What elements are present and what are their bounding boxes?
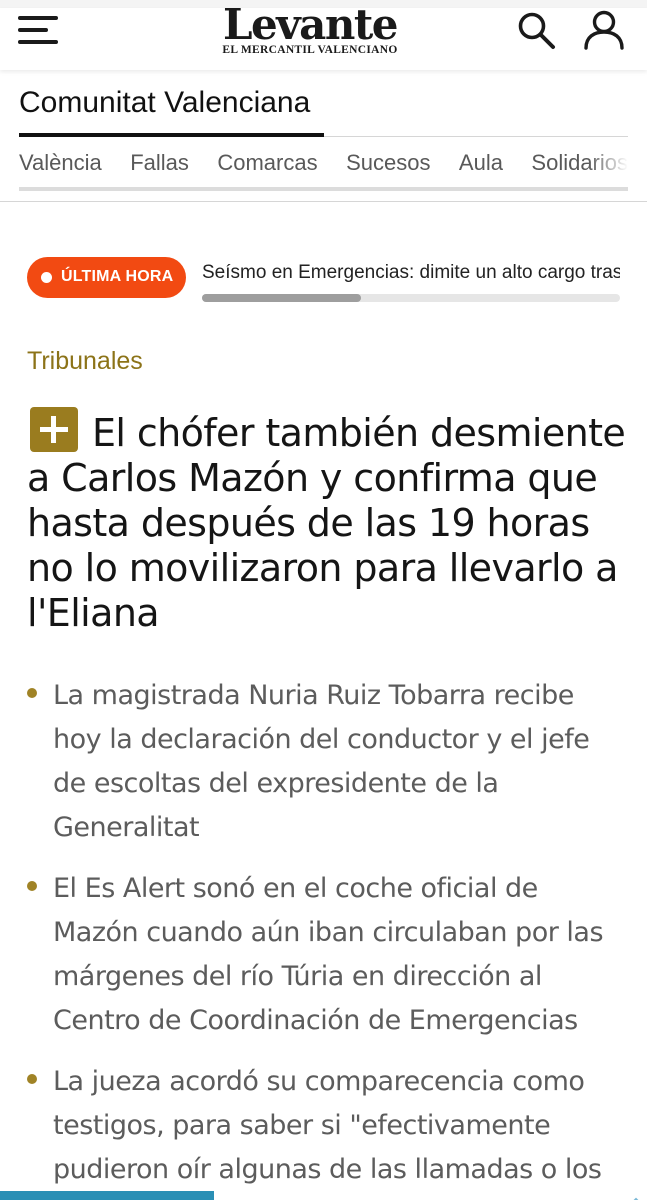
subnav-scrollbar[interactable] (19, 187, 628, 191)
article-headline-text: El chófer también desmiente a Carlos Maz… (27, 411, 626, 635)
summary-item: La magistrada Nuria Ruiz Tobarra recibe … (27, 674, 627, 850)
search-icon[interactable] (516, 10, 558, 52)
section-underline (19, 133, 324, 137)
ad-choices-icon[interactable] (612, 1192, 642, 1200)
bullet-dot-icon (27, 881, 37, 891)
site-logo[interactable]: Levante EL MERCANTIL VALENCIANO (180, 0, 440, 57)
summary-item-text: El Es Alert sonó en el coche oficial de … (53, 873, 604, 1036)
article-headline[interactable]: El chófer también desmiente a Carlos Maz… (27, 407, 627, 636)
live-dot-icon (41, 272, 52, 283)
summary-item: La jueza acordó su comparecencia como te… (27, 1060, 627, 1192)
ticker-progress-fill (202, 294, 361, 302)
subnav-item-fallas[interactable]: Fallas (130, 150, 189, 176)
subnav-item-comarcas[interactable]: Comarcas (217, 150, 317, 176)
logo-tagline: EL MERCANTIL VALENCIANO (222, 44, 398, 56)
header-divider (0, 201, 647, 202)
subnav-item-aula[interactable]: Aula (459, 150, 503, 176)
breaking-news-ticker[interactable]: Seísmo en Emergencias: dimite un alto ca… (202, 262, 620, 288)
site-header: Levante EL MERCANTIL VALENCIANO (0, 4, 647, 70)
section-subnav: València Fallas Comarcas Sucesos Aula So… (19, 150, 628, 184)
plus-icon (30, 407, 78, 452)
summary-item-text: La magistrada Nuria Ruiz Tobarra recibe … (53, 680, 590, 843)
breaking-news-label: ÚLTIMA HORA (61, 268, 174, 285)
subnav-fade (588, 150, 628, 184)
hamburger-menu-icon[interactable] (18, 12, 60, 48)
user-icon[interactable] (582, 8, 626, 52)
bullet-dot-icon (27, 688, 37, 698)
subnav-item-sucesos[interactable]: Sucesos (346, 150, 430, 176)
subnav-item-valencia[interactable]: València (19, 150, 102, 176)
summary-item: El Es Alert sonó en el coche oficial de … (27, 867, 627, 1043)
breaking-news-headline: Seísmo en Emergencias: dimite un alto ca… (202, 262, 620, 283)
advertisement-banner[interactable] (0, 1191, 214, 1200)
breaking-news-badge[interactable]: ÚLTIMA HORA (27, 257, 186, 298)
article-summary-list: La magistrada Nuria Ruiz Tobarra recibe … (27, 674, 627, 1200)
ticker-progress-track (202, 294, 620, 302)
logo-wordmark: Levante (222, 0, 399, 49)
article-kicker[interactable]: Tribunales (27, 347, 143, 376)
summary-item-text: La jueza acordó su comparecencia como te… (53, 1066, 602, 1185)
bullet-dot-icon (27, 1074, 37, 1084)
section-title[interactable]: Comunitat Valenciana (19, 86, 310, 120)
